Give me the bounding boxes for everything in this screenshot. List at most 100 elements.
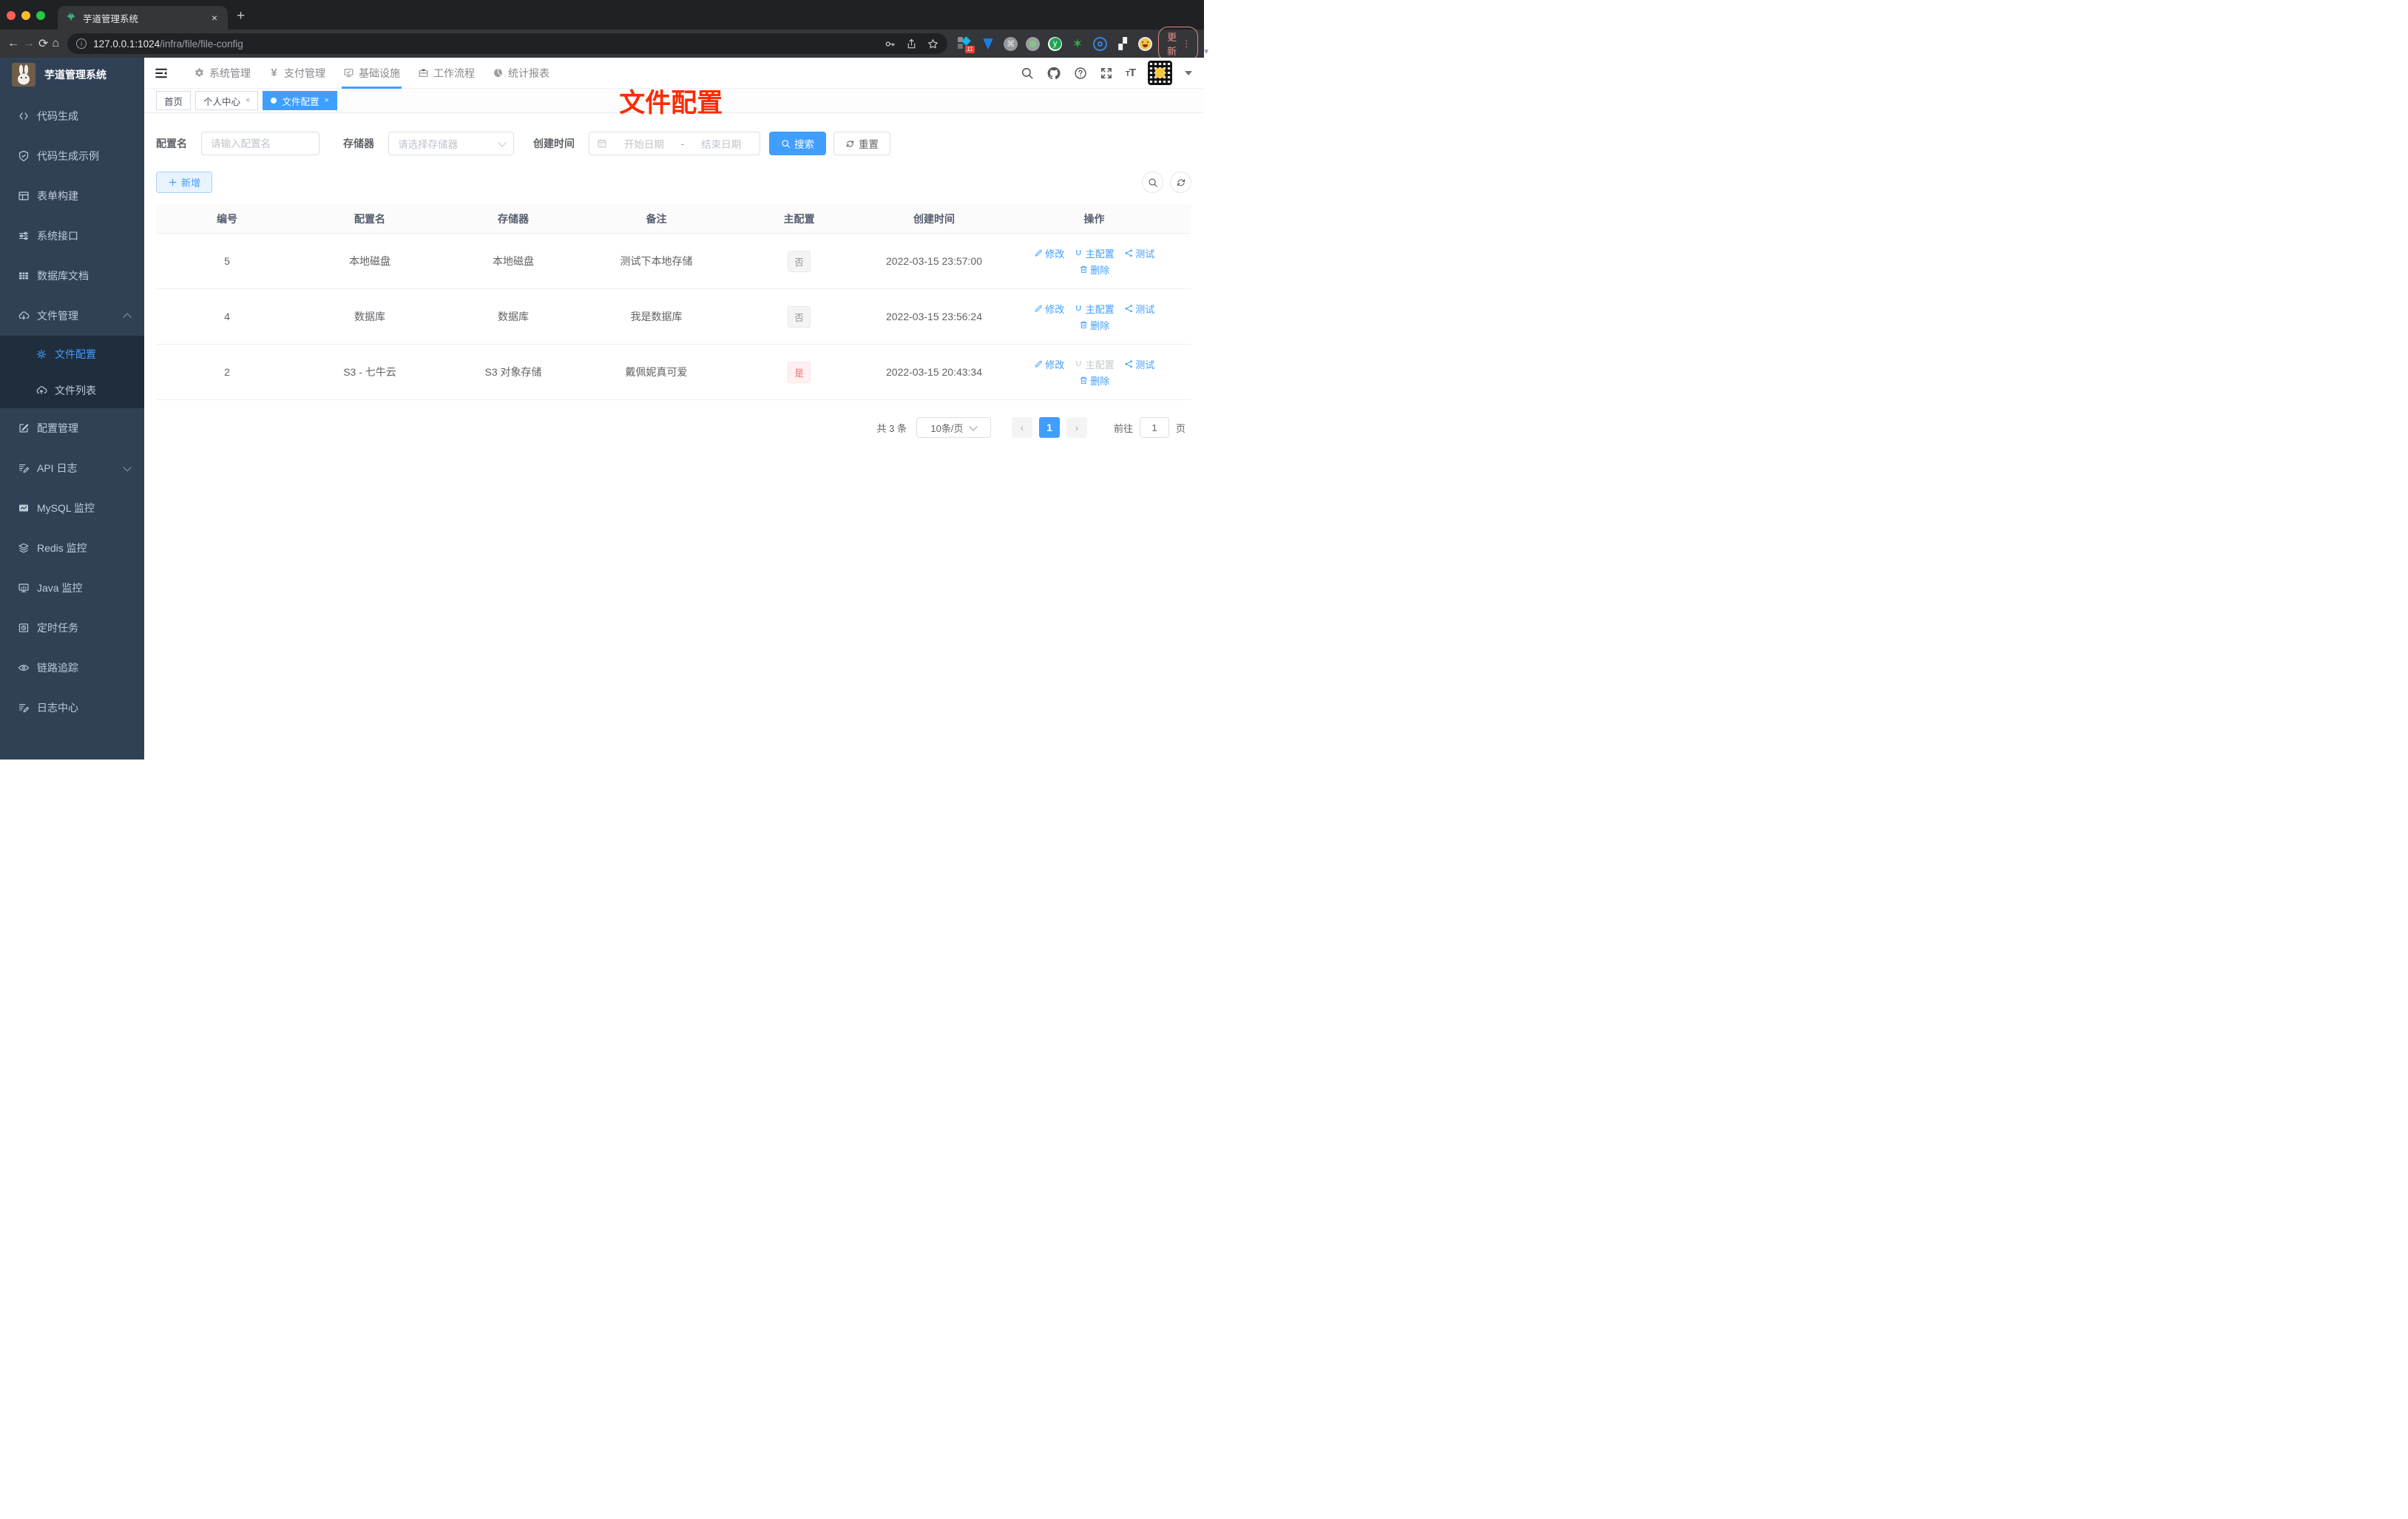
password-key-icon[interactable] xyxy=(885,38,896,50)
table-row: 5 本地磁盘 本地磁盘 测试下本地存储 否 2022-03-15 23:57:0… xyxy=(156,234,1191,289)
nav-payment-management[interactable]: ¥ 支付管理 xyxy=(260,58,334,89)
test-link[interactable]: 测试 xyxy=(1124,357,1154,371)
maximize-window-button[interactable] xyxy=(36,11,45,20)
reload-button[interactable]: ⟳ xyxy=(38,34,48,53)
sidebar-item-java-monitor[interactable]: Java 监控 xyxy=(0,568,144,608)
table-search-button[interactable] xyxy=(1142,172,1163,193)
sidebar-item-redis-monitor[interactable]: Redis 监控 xyxy=(0,528,144,568)
extension-diamond-icon[interactable]: 11 xyxy=(958,36,975,53)
sidebar-item-scheduled-tasks[interactable]: 定时任务 xyxy=(0,608,144,648)
table-refresh-button[interactable] xyxy=(1170,172,1191,193)
cell-id: 2 xyxy=(224,366,230,378)
extensions-puzzle-icon[interactable]: ▞ xyxy=(1115,36,1130,51)
user-avatar[interactable] xyxy=(1148,61,1172,85)
tab-close-icon[interactable]: × xyxy=(209,12,220,24)
logo-row[interactable]: 芋道管理系统 xyxy=(0,58,144,92)
nav-reports[interactable]: 统计报表 xyxy=(484,58,558,89)
nav-system-management[interactable]: 系统管理 xyxy=(185,58,260,89)
chrome-update-button[interactable]: 更新 ⋮ xyxy=(1158,26,1199,61)
route-tab-home[interactable]: 首页 xyxy=(156,91,192,110)
tab-close-icon[interactable]: × xyxy=(324,96,328,105)
help-icon[interactable] xyxy=(1074,67,1087,80)
reset-button[interactable]: 重置 xyxy=(833,132,890,155)
fullscreen-icon[interactable] xyxy=(1100,67,1113,80)
back-button[interactable]: ← xyxy=(7,34,19,53)
home-button[interactable]: ⌂ xyxy=(52,34,59,53)
share-page-icon[interactable] xyxy=(906,38,917,50)
route-tab-file-config[interactable]: 文件配置 × xyxy=(263,91,337,110)
storage-filter-select[interactable]: 请选择存储器 xyxy=(388,132,514,155)
font-size-icon[interactable]: TT xyxy=(1126,67,1136,79)
cell-config-name: S3 - 七牛云 xyxy=(343,366,396,378)
sidebar-item-log-center[interactable]: 日志中心 xyxy=(0,688,144,728)
edit-link[interactable]: 修改 xyxy=(1034,302,1064,316)
sidebar-collapse-icon[interactable] xyxy=(154,66,169,81)
edit-link[interactable]: 修改 xyxy=(1034,357,1064,371)
column-header: 主配置 xyxy=(783,212,815,225)
column-header: 备注 xyxy=(646,212,667,225)
next-page-button[interactable]: › xyxy=(1066,417,1087,438)
minimize-window-button[interactable] xyxy=(21,11,30,20)
goto-page-input[interactable] xyxy=(1139,417,1169,438)
tab-close-icon[interactable]: × xyxy=(246,96,250,105)
test-link[interactable]: 测试 xyxy=(1124,302,1154,316)
forward-button[interactable]: → xyxy=(23,34,35,53)
sidebar-item-api-log[interactable]: API 日志 xyxy=(0,448,144,488)
github-icon[interactable] xyxy=(1046,66,1061,81)
extension-gem-icon[interactable] xyxy=(981,36,995,51)
bookmark-star-icon[interactable] xyxy=(927,38,938,50)
date-range-picker[interactable]: 开始日期 - 结束日期 xyxy=(589,132,760,155)
start-date-placeholder[interactable]: 开始日期 xyxy=(613,136,675,151)
end-date-placeholder[interactable]: 结束日期 xyxy=(690,136,752,151)
sidebar-item-form-builder[interactable]: 表单构建 xyxy=(0,176,144,216)
master-config-link[interactable]: 主配置 xyxy=(1074,246,1115,260)
master-config-link[interactable]: 主配置 xyxy=(1074,357,1115,371)
user-menu-caret-icon[interactable] xyxy=(1185,70,1192,75)
search-button[interactable]: 搜索 xyxy=(769,132,826,155)
master-config-link[interactable]: 主配置 xyxy=(1074,302,1115,316)
nav-workflow[interactable]: 工作流程 xyxy=(409,58,484,89)
page-size-value: 10条/页 xyxy=(930,422,964,434)
sidebar-item-code-generation[interactable]: 代码生成 xyxy=(0,96,144,136)
browser-tab[interactable]: 芋道管理系统 × xyxy=(58,6,228,30)
toolbar-caret-icon[interactable]: ▼ xyxy=(1203,48,1210,58)
sidebar-item-config-management[interactable]: 配置管理 xyxy=(0,408,144,448)
delete-link[interactable]: 删除 xyxy=(1079,318,1109,332)
test-link[interactable]: 测试 xyxy=(1124,246,1154,260)
extension-command-icon[interactable]: ⌘ xyxy=(1004,36,1018,51)
sidebar-item-system-api[interactable]: 系统接口 xyxy=(0,216,144,256)
search-icon[interactable] xyxy=(1021,67,1034,80)
sidebar-item-code-example[interactable]: 代码生成示例 xyxy=(0,136,144,176)
profile-emoji-icon[interactable] xyxy=(1138,36,1153,51)
sidebar-item-mysql-monitor[interactable]: MySQL 监控 xyxy=(0,488,144,528)
edit-link[interactable]: 修改 xyxy=(1034,246,1064,260)
new-tab-button[interactable]: + xyxy=(237,9,245,23)
extension-target-icon[interactable] xyxy=(1093,36,1108,51)
gear-icon xyxy=(35,348,47,360)
sidebar-item-label: 文件配置 xyxy=(55,348,96,360)
prev-page-button[interactable]: ‹ xyxy=(1011,417,1032,438)
sidebar-item-file-config[interactable]: 文件配置 xyxy=(0,336,144,372)
delete-link[interactable]: 删除 xyxy=(1079,263,1109,277)
file-config-table: 编号 配置名 存储器 备注 主配置 创建时间 操作 5 本地磁盘 本地磁盘 测试… xyxy=(156,204,1191,400)
sidebar-item-file-list[interactable]: 文件列表 xyxy=(0,372,144,408)
nav-infrastructure[interactable]: 基础设施 xyxy=(334,58,409,89)
close-window-button[interactable] xyxy=(7,11,16,20)
extension-y-icon[interactable]: y xyxy=(1048,36,1063,51)
add-button[interactable]: 新增 xyxy=(156,172,213,193)
site-info-icon[interactable]: i xyxy=(76,38,87,49)
page-number-button[interactable]: 1 xyxy=(1038,417,1060,438)
nav-label: 工作流程 xyxy=(433,67,475,79)
extension-star-icon[interactable]: ✶ xyxy=(1070,36,1085,51)
address-bar[interactable]: i 127.0.0.1:1024/infra/file/file-config xyxy=(67,33,948,54)
sidebar-item-db-doc[interactable]: 数据库文档 xyxy=(0,256,144,296)
sidebar-item-tracing[interactable]: 链路追踪 xyxy=(0,648,144,688)
route-tab-profile[interactable]: 个人中心 × xyxy=(195,91,259,110)
delete-link[interactable]: 删除 xyxy=(1079,373,1109,388)
browser-menu-icon[interactable]: ⋮ xyxy=(1182,38,1191,49)
page-size-select[interactable]: 10条/页 xyxy=(916,417,991,438)
extension-grey-green-icon[interactable] xyxy=(1026,36,1041,51)
cell-actions: 修改 主配置 测试 删除 xyxy=(998,246,1191,277)
sidebar-item-file-management[interactable]: 文件管理 xyxy=(0,296,144,336)
name-filter-input[interactable] xyxy=(201,132,319,155)
